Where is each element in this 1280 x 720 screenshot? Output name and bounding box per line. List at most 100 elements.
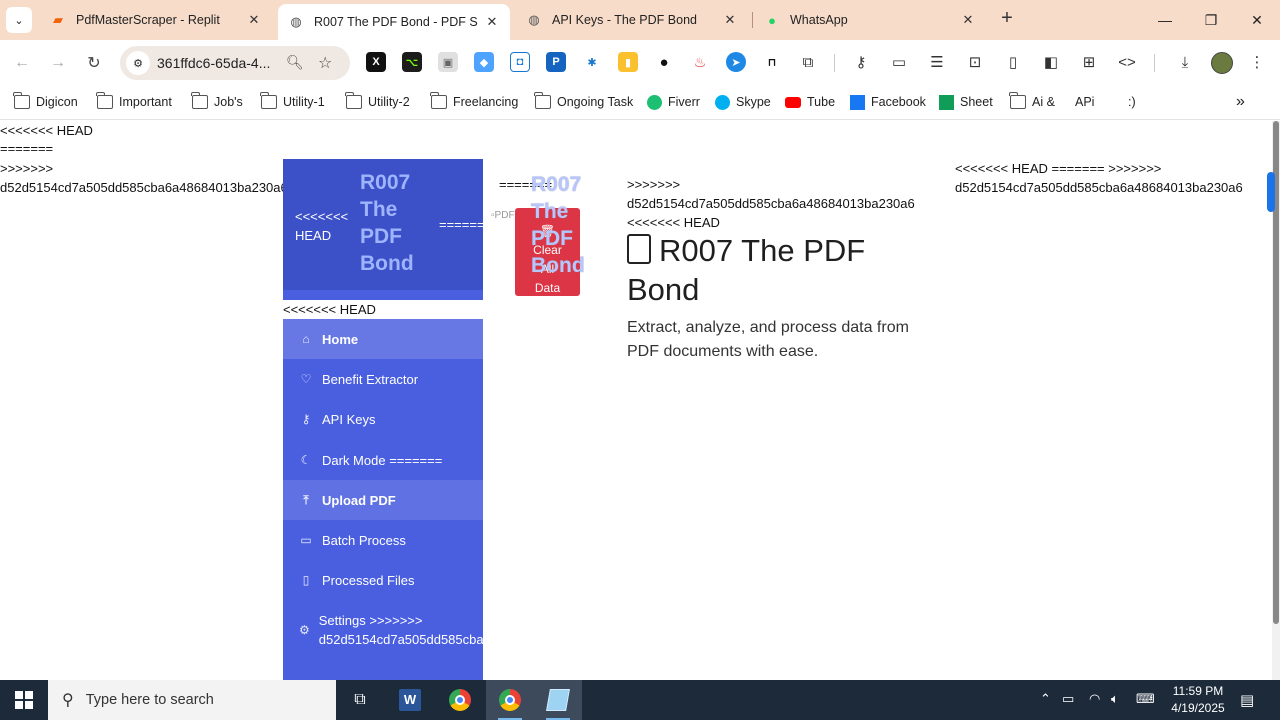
key-icon[interactable]: ⚷: [850, 51, 872, 73]
bookmark-ai[interactable]: Ai &: [1009, 92, 1055, 112]
tab-pdf-bond[interactable]: ◍ R007 The PDF Bond - PDF Scraper ✕: [278, 4, 510, 40]
tab-groups-icon[interactable]: ⊞: [1078, 51, 1100, 73]
reload-button[interactable]: ↻: [81, 50, 107, 76]
chevron-down-icon: ⌄: [14, 14, 24, 27]
toolbar-separator: [834, 54, 835, 72]
nav-home[interactable]: ⌂ Home: [283, 319, 483, 359]
notification-icon[interactable]: ▤: [1240, 691, 1254, 709]
bookmark-freelancing[interactable]: Freelancing: [430, 92, 518, 112]
reading-list-icon[interactable]: ☰: [926, 51, 948, 73]
side-panel-icon[interactable]: ◧: [1040, 51, 1062, 73]
nav-processed-files[interactable]: ▯ Processed Files: [283, 560, 483, 600]
web-page: <<<<<<< HEAD ======= >>>>>>> d52d5154cd7…: [0, 121, 1272, 680]
word-icon: W: [399, 689, 421, 711]
zoom-icon[interactable]: 🔍︎: [286, 54, 304, 71]
nav-label: Benefit Extractor: [322, 371, 419, 387]
code-extension-icon[interactable]: ⌥: [402, 52, 422, 72]
address-bar[interactable]: ⚙ 361ffdc6-65da-4... 🔍︎ ☆: [120, 46, 350, 80]
word-app[interactable]: W: [386, 680, 434, 720]
tools-extension-icon[interactable]: ✱: [582, 52, 602, 72]
sidebar-conflict-sep: =======: [439, 217, 483, 232]
tab-replit[interactable]: ▰ PdfMasterScraper - Replit ✕: [40, 4, 272, 36]
tab-whatsapp[interactable]: ● WhatsApp ✕: [754, 4, 986, 36]
profile-avatar[interactable]: [1211, 52, 1233, 74]
close-window-button[interactable]: ✕: [1234, 0, 1280, 40]
download-icon[interactable]: ⤓: [1174, 51, 1196, 73]
bookmark-jobs[interactable]: Job's: [191, 92, 243, 112]
keyboard-icon[interactable]: ⌨: [1136, 691, 1155, 707]
bookmark-facebook[interactable]: Facebook: [850, 92, 926, 112]
nav-batch-process[interactable]: ▭ Batch Process: [283, 520, 483, 560]
new-tab-button[interactable]: +: [996, 8, 1018, 30]
conflict-hash: d52d5154cd7a505dd585cba6a48684013ba230a6: [0, 180, 288, 195]
sidebar: <<<<<<< HEAD R007 The PDF Bond ======= <…: [283, 159, 483, 680]
puzzle-icon[interactable]: ⧉: [797, 51, 819, 73]
task-view-button[interactable]: ⧉: [336, 680, 384, 720]
chevron-up-icon[interactable]: ⌃: [1040, 691, 1051, 707]
screenshot-icon[interactable]: ⊡: [964, 51, 986, 73]
bookmark-api[interactable]: APi: [1075, 92, 1094, 112]
p-extension-icon[interactable]: P: [546, 52, 566, 72]
chrome-profile-app[interactable]: [486, 680, 534, 720]
tab-search-button[interactable]: ⌄: [6, 7, 32, 33]
forward-button[interactable]: →: [45, 50, 71, 76]
arrow-extension-icon[interactable]: ➤: [726, 52, 746, 72]
restore-button[interactable]: ❐: [1188, 0, 1234, 40]
camera-extension-icon[interactable]: ◘: [510, 52, 530, 72]
whatsapp-icon: ●: [768, 12, 776, 28]
chrome-app[interactable]: [436, 680, 484, 720]
system-clock[interactable]: 11:59 PM 4/19/2025: [1158, 683, 1238, 717]
tab-api-keys[interactable]: ◍ API Keys - The PDF Bond ✕: [516, 4, 748, 36]
bracket-extension-icon[interactable]: ⊓: [762, 52, 782, 72]
site-info-icon[interactable]: ⚙: [126, 51, 150, 75]
x-extension-icon[interactable]: X: [366, 52, 386, 72]
wifi-icon[interactable]: ◠: [1089, 691, 1100, 707]
close-icon[interactable]: ✕: [960, 12, 976, 28]
side-widget-tab[interactable]: [1267, 172, 1275, 212]
close-icon[interactable]: ✕: [246, 12, 262, 28]
folder-icon: [345, 92, 362, 109]
bookmark-utility-2[interactable]: Utility-2: [345, 92, 410, 112]
file-icon: ▯: [302, 573, 310, 587]
fire-extension-icon[interactable]: ♨: [690, 52, 710, 72]
bookmarks-overflow-button[interactable]: »: [1236, 92, 1245, 112]
nav-benefit-extractor[interactable]: ♡ Benefit Extractor: [283, 359, 483, 399]
gear-icon: ⚙: [299, 623, 310, 637]
nav-upload-pdf[interactable]: ⤒ Upload PDF: [283, 480, 483, 520]
bookmark-skype[interactable]: Skype: [715, 92, 771, 112]
copilot-extension-icon[interactable]: ◆: [474, 52, 494, 72]
nav-settings[interactable]: ⚙ Settings >>>>>>> d52d5154cd7a505dd585c…: [283, 600, 483, 660]
bookmark-ongoing-task[interactable]: Ongoing Task: [534, 92, 633, 112]
star-icon[interactable]: ☆: [318, 53, 332, 73]
bookmark-utility-1[interactable]: Utility-1: [260, 92, 325, 112]
reader-mode-icon[interactable]: ▯: [1002, 51, 1024, 73]
back-button[interactable]: ←: [9, 50, 35, 76]
notepad-app[interactable]: [534, 680, 582, 720]
nav-api-keys[interactable]: ⚷ API Keys: [283, 399, 483, 439]
bookmark-tube[interactable]: Tube: [785, 92, 835, 112]
more-menu-icon[interactable]: ⋮: [1246, 51, 1268, 73]
github-icon[interactable]: ●: [654, 52, 674, 72]
note-extension-icon[interactable]: ▮: [618, 52, 638, 72]
bookmark-digicon[interactable]: Digicon: [13, 92, 78, 112]
bookmark-smile[interactable]: :): [1128, 92, 1136, 112]
taskbar-search-box[interactable]: ⚲ Type here to search: [48, 680, 336, 720]
volume-icon[interactable]: 🔈︎: [1111, 691, 1119, 707]
close-icon[interactable]: ✕: [484, 14, 500, 30]
bookmark-important[interactable]: Important: [96, 92, 172, 112]
bookmark-fiverr[interactable]: Fiverr: [647, 92, 700, 112]
minimize-button[interactable]: —: [1142, 0, 1188, 40]
bookmarks-bar: Digicon Important Job's Utility-1 Utilit…: [0, 85, 1280, 120]
nav-dark-mode[interactable]: ☾ Dark Mode =======: [283, 440, 483, 480]
devtools-icon[interactable]: <>: [1116, 51, 1138, 73]
close-icon[interactable]: ✕: [722, 12, 738, 28]
start-button[interactable]: [0, 680, 48, 720]
battery-icon[interactable]: ▭: [1062, 691, 1074, 707]
image-extension-icon[interactable]: ▣: [438, 52, 458, 72]
sidebar-brand[interactable]: R007 The PDF Bond: [360, 169, 430, 277]
url-text[interactable]: 361ffdc6-65da-4...: [157, 55, 270, 71]
bookmark-sheet[interactable]: Sheet: [939, 92, 993, 112]
folder-icon: [96, 92, 113, 109]
bookmark-label: Job's: [214, 95, 243, 109]
card-icon[interactable]: ▭: [888, 51, 910, 73]
